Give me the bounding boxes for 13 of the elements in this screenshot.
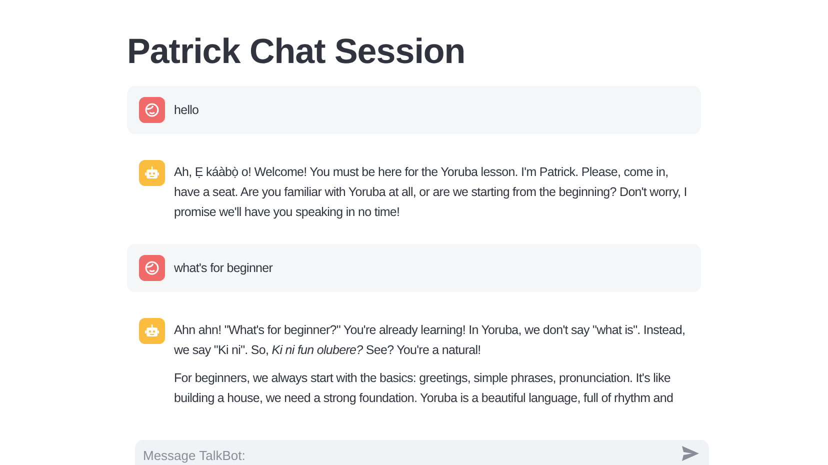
message-text: Ah, Ẹ káàbọ̀ o! Welcome! You must be here for the Yoruba lesson. I'm Patrick. Please, come in, have a seat. Are you familiar with Yoruba at all, or are we starting from the beginning? Don't worry, I promise we'll have you speaking in no time! — [174, 164, 688, 221]
send-icon[interactable] — [682, 446, 699, 461]
message-text: Ahn ahn! "What's for beginner?" You're already learning! In Yoruba, we don't say "what is". Instead, we say "Ki ni". So, Ki ni fun olubere? See? You're a natural! — [174, 322, 686, 359]
message-text: For beginners, we always start with the basics: greetings, simple phrases, pronunciation. It's like building a house, we need a strong foundation. Yoruba is a beautiful language, full of rhythm and — [174, 370, 674, 407]
user-avatar-icon — [139, 97, 165, 123]
user-avatar-icon — [139, 255, 165, 281]
robot-icon — [139, 160, 165, 186]
chat-input[interactable]: Message TalkBot: — [135, 440, 709, 465]
robot-icon — [139, 318, 165, 344]
page-title: Patrick Chat Session — [127, 31, 466, 73]
message-text: hello — [174, 102, 199, 119]
message-text: what's for beginner — [174, 260, 273, 277]
message-input[interactable]: Message TalkBot: — [143, 446, 682, 464]
